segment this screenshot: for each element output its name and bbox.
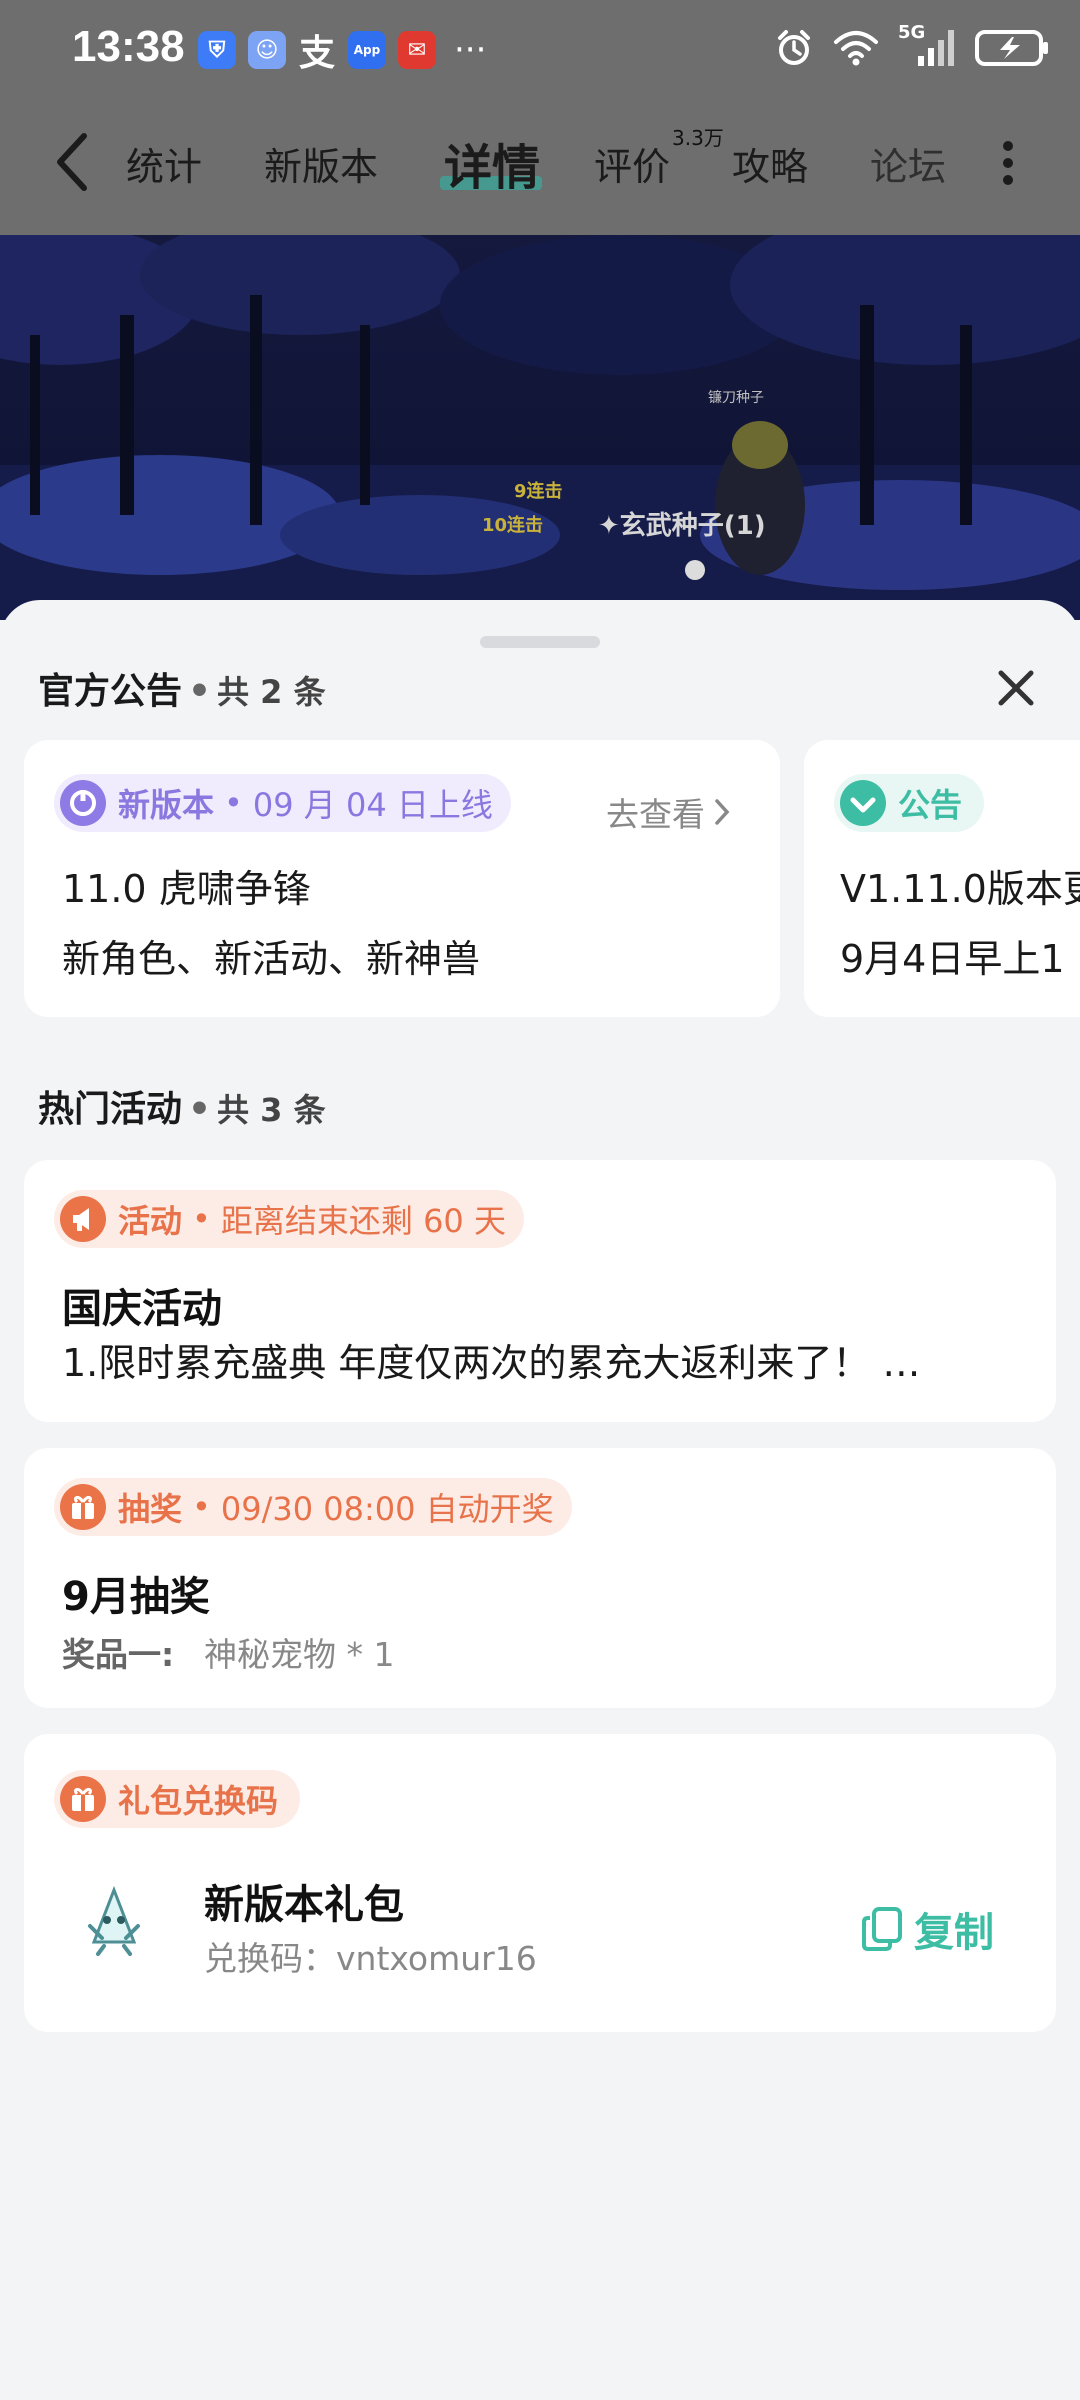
go-view-link[interactable]: 去查看: [606, 788, 731, 836]
seed-label: 镰刀种子: [708, 390, 764, 406]
status-time: 13:38: [72, 22, 185, 71]
new-version-date: 09 月 04 日上线: [252, 786, 493, 824]
more-notifications-icon: ···: [454, 30, 487, 70]
new-version-summary: 新角色、新活动、新神兽: [62, 937, 481, 981]
gift-icon: [60, 1776, 106, 1822]
events-section-title: 热门活动 • 共 3 条: [38, 1089, 326, 1130]
announcements-title: 官方公告: [38, 671, 183, 712]
copy-label: 复制: [914, 1910, 994, 1956]
gift-pack-icon: [88, 1885, 140, 1956]
more-vertical-icon[interactable]: [1000, 140, 1016, 186]
gift-redeem-code: 兑换码：vntxomur16: [204, 1939, 537, 1978]
status-bar: 13:38 ⛨ ☺ 支 App ✉ ··· 5G: [0, 0, 1080, 100]
close-icon[interactable]: [996, 668, 1036, 708]
back-arrow-icon[interactable]: [50, 130, 94, 194]
gift-code-card: 礼包兑换码 新版本礼包 兑换码：vntxomur16 复制: [24, 1734, 1056, 2032]
gift-title: 新版本礼包: [204, 1882, 404, 1928]
lottery-draw-time: 09/30 08:00 自动开奖: [220, 1490, 554, 1528]
tab-details[interactable]: 详情: [444, 128, 540, 198]
cell-signal-icon: 5G: [898, 22, 956, 70]
alarm-icon: [778, 30, 810, 65]
notice-summary: 9月4日早上1: [840, 937, 1065, 981]
chat-bot-icon: ☺: [248, 31, 286, 69]
app-market-icon: App: [348, 31, 386, 69]
new-version-tag-label: 新版本: [118, 786, 215, 824]
chevron-right-icon: [715, 799, 730, 825]
reviews-count-badge: 3.3万: [672, 126, 724, 150]
lottery-card[interactable]: 抽奖 • 09/30 08:00 自动开奖 9月抽奖 奖品一: 神秘宠物 * 1: [24, 1448, 1056, 1708]
gift-code-tag: 礼包兑换码: [54, 1770, 301, 1828]
wifi-icon: [834, 31, 878, 66]
combo-counter-10: 10连击: [482, 515, 544, 536]
status-app-icons: ⛨ ☺ 支 App ✉ ···: [198, 30, 487, 74]
lottery-tag: 抽奖 • 09/30 08:00 自动开奖: [54, 1478, 572, 1536]
battery-icon: [975, 30, 1048, 66]
copy-code-button[interactable]: 复制: [860, 1900, 994, 1958]
tab-stats[interactable]: 统计: [126, 136, 202, 191]
prize-label: 奖品一:: [62, 1635, 175, 1674]
announcements-count: 共 2 条: [217, 673, 326, 711]
events-count: 共 3 条: [217, 1091, 326, 1129]
gift-icon: [60, 1484, 106, 1530]
notice-tag: 公告: [834, 774, 985, 832]
sheet-drag-handle[interactable]: [480, 636, 600, 648]
activity-title: 国庆活动: [62, 1286, 222, 1332]
activity-description: 1.限时累充盛典 年度仅两次的累充大返利来了！ …: [62, 1341, 921, 1385]
events-title: 热门活动: [38, 1089, 183, 1130]
top-nav-bar: 统计 新版本 详情 评价 3.3万 攻略 论坛: [0, 100, 1080, 235]
game-scene-image: [0, 235, 1080, 620]
item-drop-popup: ✦玄武种子(1): [598, 511, 766, 541]
new-version-title: 11.0 虎啸争锋: [62, 867, 311, 911]
new-version-tag: 新版本 • 09 月 04 日上线: [54, 774, 511, 832]
gift-code-tag-label: 礼包兑换码: [118, 1782, 279, 1820]
megaphone-icon: [60, 1196, 106, 1242]
activity-tag: 活动 • 距离结束还剩 60 天: [54, 1190, 524, 1248]
combo-counter-9: 9连击: [514, 481, 563, 502]
tab-new-version[interactable]: 新版本: [264, 136, 378, 191]
activity-countdown: 距离结束还剩 60 天: [220, 1202, 506, 1240]
announcement-card-notice[interactable]: 公告 V1.11.0版本更 9月4日早上1: [804, 740, 1080, 1017]
copy-icon: [862, 1907, 902, 1951]
game-video-banner[interactable]: 镰刀种子 9连击 10连击 ✦玄武种子(1): [0, 235, 1080, 620]
version-ring-icon: [60, 780, 106, 826]
notice-title: V1.11.0版本更: [840, 867, 1080, 911]
lottery-title: 9月抽奖: [62, 1574, 210, 1620]
alipay-icon: 支: [298, 33, 335, 74]
notice-tag-label: 公告: [898, 786, 963, 824]
prize-value: 神秘宠物 * 1: [204, 1635, 395, 1674]
activity-tag-label: 活动: [118, 1202, 183, 1240]
activity-card[interactable]: 活动 • 距离结束还剩 60 天 国庆活动 1.限时累充盛典 年度仅两次的累充大…: [24, 1160, 1056, 1422]
lottery-tag-label: 抽奖: [118, 1490, 183, 1528]
announcement-card-new-version[interactable]: 新版本 • 09 月 04 日上线 去查看 11.0 虎啸争锋 新角色、新活动、…: [24, 740, 780, 1017]
tab-guides[interactable]: 攻略: [732, 136, 808, 191]
status-indicators: 5G: [774, 22, 1050, 70]
shield-icon: ⛨: [198, 31, 236, 69]
tab-forum[interactable]: 论坛: [870, 136, 946, 191]
announcements-section-title: 官方公告 • 共 2 条: [38, 671, 326, 712]
heart-check-icon: [840, 780, 886, 826]
tab-reviews[interactable]: 评价: [594, 136, 670, 191]
go-view-label: 去查看: [606, 795, 705, 834]
app-red-icon: ✉: [398, 31, 436, 69]
